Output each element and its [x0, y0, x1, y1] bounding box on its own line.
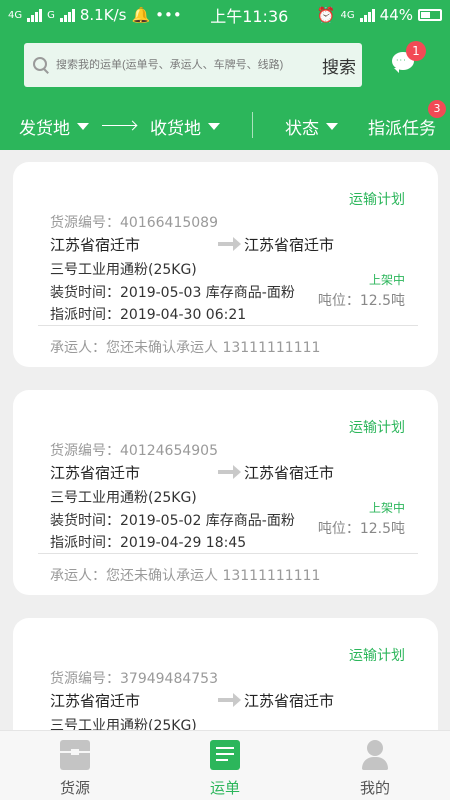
- search-icon: [30, 54, 52, 76]
- carrier-info: 承运人：您还未确认承运人 13111111111: [50, 340, 321, 356]
- assigned-tasks-badge: 3: [428, 100, 446, 118]
- status-filter-label: 状态: [285, 119, 319, 139]
- chat-dots: ···: [396, 56, 407, 65]
- clock: 上午11:36: [210, 7, 289, 26]
- tab-cargo[interactable]: 货源: [0, 731, 150, 800]
- status-filter[interactable]: 状态: [285, 114, 338, 139]
- route-arrow-icon: [218, 693, 241, 707]
- signal-icon: [27, 8, 43, 22]
- tab-waybill[interactable]: 运单: [150, 731, 300, 800]
- route-arrow-icon: [102, 125, 136, 126]
- status-bar: 4G G 8.1K/s 🔔 ••• 上午11:36 ⏰ 4G 44%: [0, 0, 450, 30]
- origin-city: 江苏省宿迁市: [50, 236, 141, 254]
- battery-percent: 44%: [379, 6, 413, 24]
- transport-plan-link[interactable]: 运输计划: [349, 417, 405, 437]
- network-speed: 8.1K/s: [79, 6, 127, 24]
- transport-plan-link[interactable]: 运输计划: [349, 645, 405, 665]
- bottom-tab-bar: 货源 运单 我的: [0, 730, 450, 800]
- notification-bell-icon: 🔔: [131, 6, 151, 24]
- waybill-card[interactable]: 运输计划 货源编号：40124654905 江苏省宿迁市 江苏省宿迁市 三号工业…: [13, 390, 438, 595]
- to-filter-label: 收货地: [150, 119, 201, 139]
- carrier-info: 承运人：您还未确认承运人 13111111111: [50, 568, 321, 584]
- goods-name: 三号工业用通粉(25KG): [50, 490, 197, 506]
- listing-status: 上架中: [368, 273, 405, 287]
- tonnage: 吨位：12.5吨: [317, 293, 405, 309]
- search-bar: 搜索: [24, 43, 362, 87]
- from-filter-label: 发货地: [19, 119, 70, 139]
- tab-mine-label: 我的: [359, 779, 390, 797]
- alarm-clock-icon: ⏰: [316, 6, 336, 24]
- destination-city: 江苏省宿迁市: [244, 464, 335, 482]
- source-number: 货源编号：40124654905: [50, 443, 218, 459]
- assign-time: 指派时间：2019-04-29 18:45: [50, 535, 247, 551]
- tonnage: 吨位：12.5吨: [317, 521, 405, 537]
- tab-cargo-label: 货源: [59, 779, 90, 797]
- waybill-card[interactable]: 运输计划 货源编号：40166415089 江苏省宿迁市 江苏省宿迁市 三号工业…: [13, 162, 438, 367]
- message-badge: 1: [406, 41, 426, 61]
- search-button[interactable]: 搜索: [322, 53, 356, 78]
- goods-name: 三号工业用通粉(25KG): [50, 262, 197, 278]
- battery-icon: [418, 9, 442, 21]
- route-arrow-icon: [218, 237, 241, 251]
- message-button[interactable]: ··· 1: [392, 41, 426, 73]
- user-icon: [360, 740, 390, 770]
- source-number: 货源编号：40166415089: [50, 215, 218, 231]
- waybill-icon: [210, 740, 240, 770]
- filter-divider: [252, 112, 253, 138]
- from-filter[interactable]: 发货地: [19, 114, 89, 139]
- network-type-label-2: G: [47, 9, 55, 21]
- listing-status: 上架中: [368, 501, 405, 515]
- transport-plan-link[interactable]: 运输计划: [349, 189, 405, 209]
- waybill-card[interactable]: 运输计划 货源编号：37949484753 江苏省宿迁市 江苏省宿迁市 三号工业…: [13, 618, 438, 730]
- header: 搜索 ··· 1 发货地 收货地 状态 指派任务 3: [0, 30, 450, 150]
- assigned-tasks-label: 指派任务: [368, 119, 436, 139]
- search-input[interactable]: [56, 59, 318, 71]
- signal-icon-3: [359, 8, 375, 22]
- tab-waybill-label: 运单: [209, 779, 240, 797]
- source-number: 货源编号：37949484753: [50, 671, 218, 687]
- network-type-label: 4G: [8, 9, 23, 21]
- network-type-label-3: 4G: [340, 9, 355, 21]
- origin-city: 江苏省宿迁市: [50, 464, 141, 482]
- caret-down-icon: [208, 123, 220, 130]
- signal-icon-2: [59, 8, 75, 22]
- load-time: 装货时间：2019-05-02 库存商品-面粉: [50, 513, 295, 529]
- to-filter[interactable]: 收货地: [150, 114, 220, 139]
- load-time: 装货时间：2019-05-03 库存商品-面粉: [50, 285, 295, 301]
- destination-city: 江苏省宿迁市: [244, 692, 335, 710]
- assign-time: 指派时间：2019-04-30 06:21: [50, 307, 247, 323]
- filter-bar: 发货地 收货地 状态 指派任务 3: [0, 100, 450, 142]
- caret-down-icon: [77, 123, 89, 130]
- destination-city: 江苏省宿迁市: [244, 236, 335, 254]
- card-divider: [38, 553, 418, 554]
- origin-city: 江苏省宿迁市: [50, 692, 141, 710]
- goods-name: 三号工业用通粉(25KG): [50, 718, 197, 730]
- card-divider: [38, 325, 418, 326]
- route-arrow-icon: [218, 465, 241, 479]
- tab-mine[interactable]: 我的: [300, 731, 450, 800]
- more-notifications-icon: •••: [155, 6, 182, 24]
- cargo-box-icon: [60, 740, 90, 770]
- waybill-list[interactable]: 运输计划 货源编号：40166415089 江苏省宿迁市 江苏省宿迁市 三号工业…: [0, 150, 450, 730]
- assigned-tasks-filter[interactable]: 指派任务: [368, 114, 436, 139]
- caret-down-icon: [326, 123, 338, 130]
